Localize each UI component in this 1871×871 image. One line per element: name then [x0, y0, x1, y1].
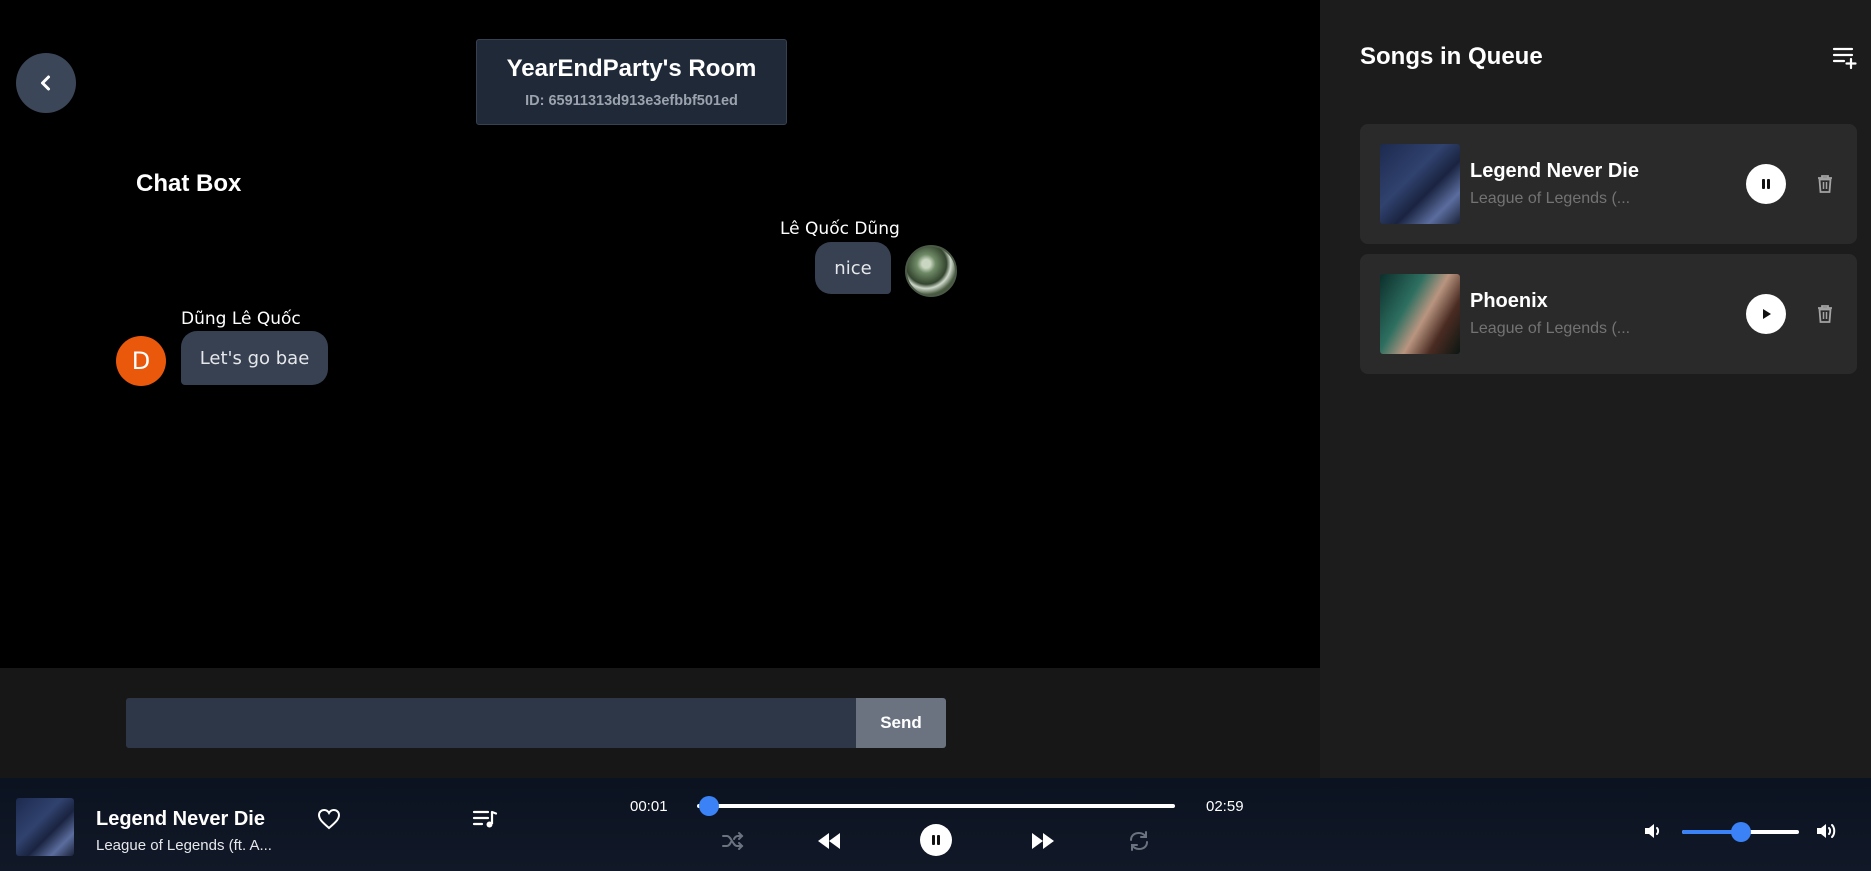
- rewind-icon: [818, 833, 840, 849]
- now-playing-title: Legend Never Die: [96, 808, 265, 830]
- room-header: YearEndParty's Room ID: 65911313d913e3ef…: [476, 39, 787, 125]
- progress-handle[interactable]: [698, 796, 719, 816]
- now-playing-artist: League of Legends (ft. A...: [96, 837, 272, 854]
- pause-icon: [932, 835, 940, 845]
- repeat-button[interactable]: [1126, 828, 1152, 854]
- trash-icon[interactable]: [1816, 304, 1834, 324]
- mute-button[interactable]: [1641, 818, 1667, 844]
- message-composer: Send: [0, 668, 1320, 778]
- queue-title: Songs in Queue: [1360, 43, 1543, 70]
- queue-song-artist: League of Legends (...: [1470, 190, 1631, 207]
- avatar: [905, 245, 957, 297]
- message-author: Lê Quốc Dũng: [780, 219, 900, 239]
- queue-song-artist: League of Legends (...: [1470, 320, 1631, 337]
- queue-pause-button[interactable]: [1746, 164, 1786, 204]
- queue-play-button[interactable]: [1746, 294, 1786, 334]
- volume-low-icon: [1645, 824, 1660, 838]
- room-id: ID: 65911313d913e3efbbf501ed: [525, 93, 738, 109]
- shuffle-icon: [722, 832, 744, 850]
- queue-item[interactable]: Phoenix League of Legends (...: [1360, 254, 1857, 374]
- chevron-left-icon: [41, 75, 50, 91]
- previous-button[interactable]: [815, 828, 843, 854]
- playlist-add-icon[interactable]: [1832, 44, 1858, 70]
- message-input[interactable]: [126, 698, 857, 748]
- room-title: YearEndParty's Room: [506, 55, 757, 82]
- queue-song-name: Phoenix: [1470, 290, 1548, 312]
- shuffle-button[interactable]: [720, 828, 746, 854]
- album-art: [1380, 144, 1460, 224]
- chat-area: YearEndParty's Room ID: 65911313d913e3ef…: [0, 0, 1320, 668]
- back-button[interactable]: [16, 53, 76, 113]
- play-pause-button[interactable]: [920, 824, 952, 856]
- next-button[interactable]: [1029, 828, 1057, 854]
- queue-item[interactable]: Legend Never Die League of Legends (...: [1360, 124, 1857, 244]
- trash-icon[interactable]: [1816, 174, 1834, 194]
- fast-forward-icon: [1032, 833, 1054, 849]
- play-icon: [1763, 309, 1771, 319]
- max-volume-button[interactable]: [1814, 817, 1842, 845]
- player-bar: Legend Never Die League of Legends (ft. …: [0, 778, 1871, 871]
- now-playing-album-art: [16, 798, 74, 856]
- current-time: 00:01: [630, 798, 668, 815]
- queue-toggle-button[interactable]: [470, 804, 500, 834]
- repeat-icon: [1130, 831, 1148, 851]
- message-author: Dũng Lê Quốc: [181, 309, 301, 329]
- playlist-music-icon: [472, 810, 498, 828]
- chat-box-title: Chat Box: [136, 170, 242, 197]
- progress-bar[interactable]: [697, 796, 1175, 816]
- queue-song-name: Legend Never Die: [1470, 160, 1639, 182]
- app-root: YearEndParty's Room ID: 65911313d913e3ef…: [0, 0, 1871, 871]
- pause-icon: [1762, 179, 1770, 189]
- duration: 02:59: [1206, 798, 1244, 815]
- volume-handle[interactable]: [1730, 822, 1751, 842]
- message-bubble: nice: [815, 242, 891, 294]
- volume-high-icon: [1817, 824, 1836, 838]
- queue-panel: Songs in Queue Legend Never Die League o…: [1320, 0, 1871, 778]
- avatar: D: [116, 336, 166, 386]
- volume-slider[interactable]: [1682, 822, 1799, 842]
- message-bubble: Let's go bae: [181, 331, 328, 385]
- send-button[interactable]: Send: [856, 698, 946, 748]
- album-art: [1380, 274, 1460, 354]
- heart-icon: [317, 808, 341, 830]
- like-button[interactable]: [314, 804, 344, 834]
